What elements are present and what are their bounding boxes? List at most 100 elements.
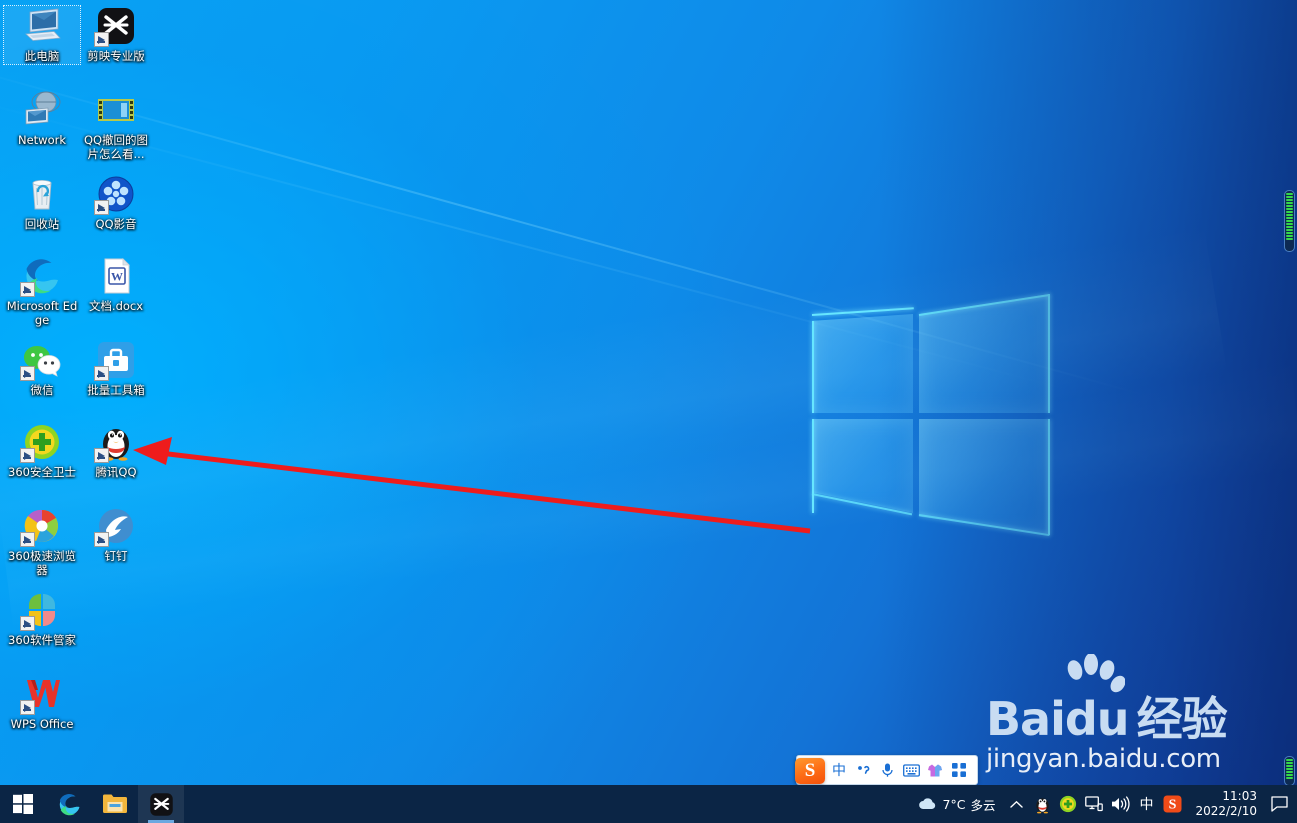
skin-icon[interactable] bbox=[923, 758, 947, 782]
windows-logo-edge-left-top bbox=[812, 321, 814, 413]
shortcut-badge-icon bbox=[20, 366, 35, 381]
360-tray-icon[interactable] bbox=[1055, 785, 1081, 823]
desktop-icon-label: 360极速浏览器 bbox=[8, 549, 76, 577]
desktop-icon-tencent-qq[interactable]: 腾讯QQ bbox=[78, 422, 154, 480]
light-beam-4 bbox=[0, 361, 1297, 630]
indicator-segment bbox=[1286, 777, 1293, 779]
desktop-icon-network[interactable]: Network bbox=[4, 90, 80, 148]
taskbar: 7°C 多云 中 S 11:03 2022/2/10 bbox=[0, 785, 1297, 823]
screen-recorder-indicator-top[interactable] bbox=[1284, 190, 1295, 252]
indicator-segment bbox=[1286, 205, 1293, 207]
windows-logo-wallpaper bbox=[806, 286, 1056, 537]
indicator-segment bbox=[1286, 765, 1293, 767]
shortcut-badge-icon bbox=[20, 616, 35, 631]
desktop-icon-label: 360安全卫士 bbox=[8, 465, 76, 479]
shortcut-badge-icon bbox=[20, 532, 35, 547]
windows-logo-edge-right-top bbox=[1048, 294, 1050, 413]
shortcut-badge-icon bbox=[94, 200, 109, 215]
taskbar-jianying-button[interactable] bbox=[138, 785, 184, 823]
soft-keyboard-icon[interactable] bbox=[899, 758, 923, 782]
svg-text:S: S bbox=[1169, 798, 1177, 813]
shortcut-badge-icon bbox=[20, 282, 35, 297]
desktop-icon-recycle-bin[interactable]: 回收站 bbox=[4, 174, 80, 232]
file-explorer-icon bbox=[103, 794, 127, 813]
toolbox-grid-icon[interactable] bbox=[947, 758, 971, 782]
jianying-pro-icon bbox=[149, 792, 173, 816]
microsoft-edge-icon bbox=[20, 256, 62, 297]
indicator-segment bbox=[1286, 238, 1293, 240]
jianying-pro-icon bbox=[94, 6, 136, 47]
sogou-ime-toolbar[interactable]: S 中 bbox=[795, 755, 978, 785]
desktop-icon-qq-player[interactable]: QQ影音 bbox=[78, 174, 154, 232]
desktop-icon-label: QQ撤回的图片怎么看... bbox=[83, 133, 149, 161]
taskbar-edge-button[interactable] bbox=[46, 785, 92, 823]
desktop-icon-label: 剪映专业版 bbox=[87, 49, 145, 63]
desktop-icon-label: 钉钉 bbox=[104, 549, 128, 563]
sogou-tray-icon[interactable]: S bbox=[1159, 785, 1185, 823]
toolbox-icon bbox=[94, 340, 136, 381]
taskbar-weather-widget[interactable]: 7°C 多云 bbox=[910, 785, 1004, 823]
desktop-icon-microsoft-edge[interactable]: Microsoft Edge bbox=[4, 256, 80, 327]
desktop-icon-label: 回收站 bbox=[24, 217, 60, 231]
desktop-icon-360-safe-guard[interactable]: 360安全卫士 bbox=[4, 422, 80, 480]
desktop-icon-label: Network bbox=[17, 133, 67, 147]
system-tray: 7°C 多云 中 S 11:03 2022/2/10 bbox=[910, 785, 1297, 823]
start-button[interactable] bbox=[0, 785, 46, 823]
desktop-icon-qq-recall-image-note[interactable]: QQ撤回的图片怎么看... bbox=[78, 90, 154, 161]
windows-logo-edge-top-left bbox=[811, 307, 914, 316]
desktop-icon-360-chrome-browser[interactable]: 360极速浏览器 bbox=[4, 506, 80, 577]
punctuation-toggle-icon[interactable] bbox=[851, 758, 875, 782]
windows-start-icon bbox=[13, 794, 33, 814]
qq-player-icon bbox=[94, 174, 136, 215]
desktop-icon-jianying-pro[interactable]: 剪映专业版 bbox=[78, 6, 154, 64]
360-browser-icon bbox=[20, 506, 62, 547]
indicator-segment bbox=[1286, 229, 1293, 231]
indicator-segment bbox=[1286, 208, 1293, 210]
taskbar-clock[interactable]: 11:03 2022/2/10 bbox=[1185, 785, 1265, 823]
network-icon bbox=[22, 90, 62, 130]
indicator-segment bbox=[1286, 217, 1293, 219]
show-hidden-icons-chevron[interactable] bbox=[1003, 785, 1029, 823]
microphone-icon[interactable] bbox=[875, 758, 899, 782]
volume-tray-icon[interactable] bbox=[1107, 785, 1133, 823]
qq-tray-icon[interactable] bbox=[1029, 785, 1055, 823]
desktop-wallpaper[interactable] bbox=[0, 0, 1297, 785]
desktop-icon-label: Microsoft Edge bbox=[6, 299, 78, 327]
shortcut-badge-icon bbox=[20, 448, 35, 463]
indicator-segment bbox=[1286, 768, 1293, 770]
indicator-segment bbox=[1286, 193, 1293, 195]
recycle-bin-icon bbox=[22, 174, 62, 214]
360-safe-guard-icon bbox=[20, 422, 62, 463]
this-pc-icon bbox=[22, 6, 62, 46]
indicator-segment bbox=[1286, 196, 1293, 198]
desktop-icon-dingtalk[interactable]: 钉钉 bbox=[78, 506, 154, 564]
desktop-icon-this-pc[interactable]: 此电脑 bbox=[3, 5, 81, 65]
windows-logo-pane-bl bbox=[812, 419, 913, 513]
360-software-manager-icon bbox=[20, 590, 62, 631]
desktop-icon-wechat[interactable]: 微信 bbox=[4, 340, 80, 398]
sogou-logo-icon[interactable]: S bbox=[795, 758, 825, 784]
network-tray-icon[interactable] bbox=[1081, 785, 1107, 823]
ime-tray-icon[interactable]: 中 bbox=[1133, 785, 1159, 823]
action-center-button[interactable] bbox=[1265, 785, 1293, 823]
screen-recorder-indicator-bottom[interactable] bbox=[1284, 756, 1295, 786]
desktop-icon-batch-toolbox[interactable]: 批量工具箱 bbox=[78, 340, 154, 398]
word-document-icon: W bbox=[96, 256, 136, 296]
shortcut-badge-icon bbox=[94, 532, 109, 547]
desktop-icon-label: WPS Office bbox=[10, 717, 74, 731]
indicator-segment bbox=[1286, 220, 1293, 222]
cloud-icon bbox=[918, 798, 935, 809]
indicator-segment bbox=[1286, 202, 1293, 204]
desktop-icon-wps-office[interactable]: WPS Office bbox=[4, 674, 80, 732]
chinese-mode-icon[interactable]: 中 bbox=[827, 758, 851, 782]
shortcut-badge-icon bbox=[94, 32, 109, 47]
desktop-icon-document-docx[interactable]: W 文档.docx bbox=[78, 256, 154, 314]
taskbar-file-explorer-button[interactable] bbox=[92, 785, 138, 823]
wps-office-icon bbox=[20, 674, 62, 715]
video-file-icon bbox=[96, 90, 136, 130]
desktop-icon-label: 此电脑 bbox=[24, 49, 60, 64]
indicator-segment bbox=[1286, 211, 1293, 213]
windows-logo-edge-right-bottom bbox=[1048, 419, 1050, 535]
desktop-icon-label: QQ影音 bbox=[95, 217, 137, 231]
desktop-icon-360-software-manager[interactable]: 360软件管家 bbox=[4, 590, 80, 648]
